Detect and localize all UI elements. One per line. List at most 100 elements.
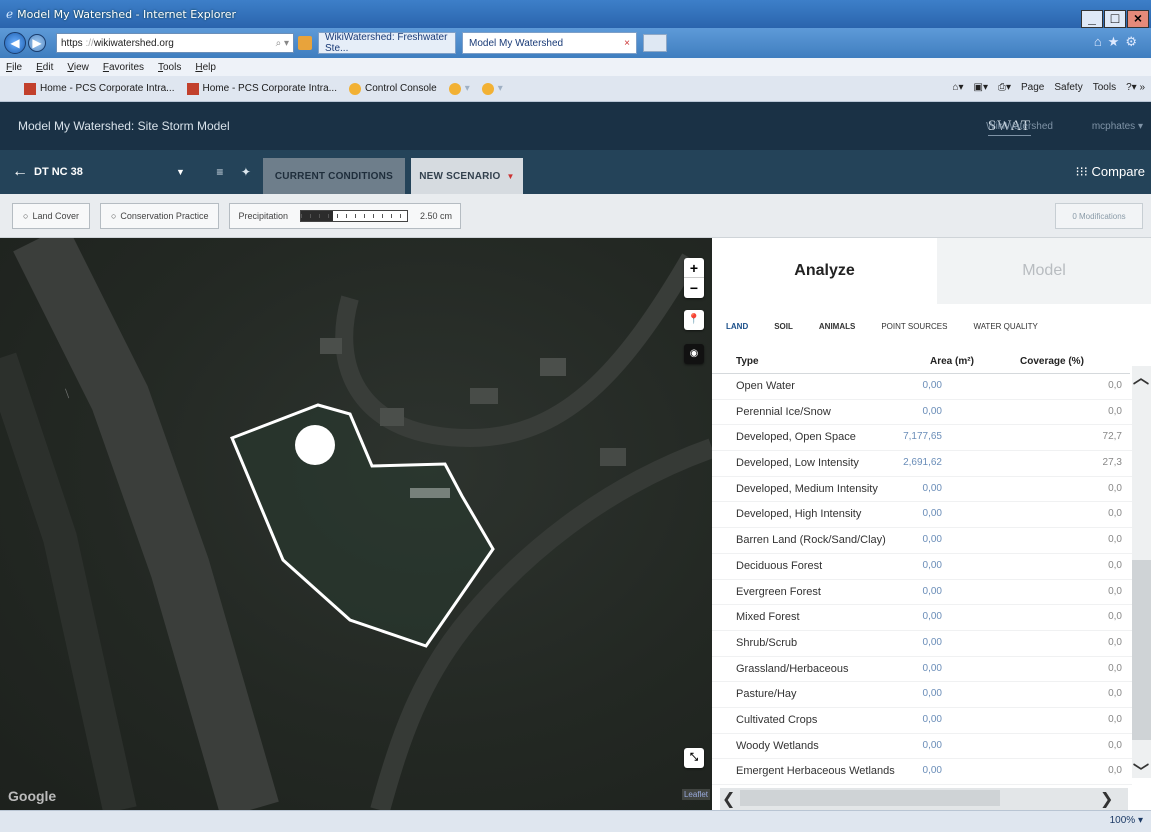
cell-area: 0,00	[922, 713, 942, 725]
menu-favorites[interactable]: Favorites	[103, 62, 144, 73]
command-safety[interactable]: Safety	[1054, 82, 1082, 93]
add-scenario-icon[interactable]: ✦	[233, 165, 259, 179]
tab-current-conditions[interactable]: CURRENT CONDITIONS	[262, 158, 405, 194]
modifications-button[interactable]: 0 Modifications	[1055, 203, 1143, 229]
zoom-out-button[interactable]: −	[684, 278, 704, 298]
precipitation-slider[interactable]	[299, 209, 408, 222]
favorite-home-1[interactable]: Home - PCS Corporate Intra...	[24, 82, 175, 95]
table-row: Developed, Low Intensity 2,691,62 27,3	[712, 451, 1132, 477]
location-marker-button[interactable]: 📍	[684, 310, 704, 330]
map-pin-icon: 📍	[687, 314, 701, 325]
scrollbar-thumb[interactable]	[1132, 560, 1151, 740]
favorite-control-console[interactable]: Control Console	[349, 82, 437, 95]
table-row: Grassland/Herbaceous 0,00 0,0	[712, 657, 1132, 683]
precipitation-label: Precipitation	[238, 210, 288, 221]
new-tab-button[interactable]	[643, 34, 667, 52]
leaflet-attribution[interactable]: Leaflet	[681, 789, 710, 800]
cell-type: Emergent Herbaceous Wetlands	[736, 765, 895, 778]
vertical-scrollbar[interactable]	[1132, 366, 1151, 778]
site-link[interactable]: WikiWatershed	[986, 121, 1053, 132]
table-row: Evergreen Forest 0,00 0,0	[712, 580, 1132, 606]
chevron-down-icon[interactable]: ▼	[507, 172, 515, 181]
point-marker[interactable]	[295, 425, 335, 465]
circle-icon: ○	[23, 210, 29, 221]
menu-view[interactable]: View	[67, 62, 89, 73]
favorite-suggested-sites[interactable]: ▾	[448, 82, 470, 95]
minimize-button[interactable]: _	[1081, 10, 1103, 28]
cell-coverage: 0,0	[1108, 739, 1122, 751]
tab-new-scenario[interactable]: NEW SCENARIO ▼	[410, 158, 523, 194]
forward-nav-button[interactable]: ▶	[28, 34, 46, 52]
scroll-left-icon[interactable]: ❮	[722, 789, 735, 809]
subtab-land[interactable]: LAND	[726, 322, 748, 331]
browser-tab-mmw[interactable]: Model My Watershed ×	[462, 32, 637, 54]
map-view[interactable]: — + − 📍 ◉ ⤡ Google Leaflet	[0, 238, 712, 810]
tab-label: CURRENT CONDITIONS	[274, 170, 393, 182]
land-cover-button[interactable]: ○ Land Cover	[12, 202, 90, 229]
close-tab-icon[interactable]: ×	[624, 38, 630, 49]
table-row: Developed, Medium Intensity 0,00 0,0	[712, 477, 1132, 503]
fullscreen-button[interactable]: ⤡	[684, 748, 704, 768]
table-row: Pasture/Hay 0,00 0,0	[712, 682, 1132, 708]
menu-tools[interactable]: Tools	[158, 62, 181, 73]
url-input[interactable]: https :// wikiwatershed.org ⌕ ▾	[56, 33, 294, 53]
expand-icon: ⤡	[690, 752, 698, 763]
subtab-point-sources[interactable]: POINT SOURCES	[881, 322, 947, 331]
compare-button[interactable]: ⁝⁝⁝ Compare	[1076, 164, 1145, 180]
subtab-soil[interactable]: SOIL	[774, 322, 793, 331]
scroll-down-icon[interactable]: ﹀	[1133, 758, 1149, 782]
command-page[interactable]: Page	[1021, 82, 1044, 93]
subtab-water-quality[interactable]: WATER QUALITY	[973, 322, 1037, 331]
menu-help[interactable]: Help	[195, 62, 216, 73]
status-bar: 100% ▾	[0, 810, 1151, 832]
user-name: mcphates	[1091, 121, 1136, 132]
column-header-coverage[interactable]: Coverage (%)	[1020, 356, 1084, 367]
help-icon[interactable]: ?▾ »	[1126, 82, 1145, 93]
browser-tools-icons[interactable]: ⌂★⚙	[1094, 34, 1143, 50]
command-tools[interactable]: Tools	[1093, 82, 1116, 93]
menu-icon[interactable]: ≡	[207, 165, 233, 179]
url-host: wikiwatershed.org	[93, 37, 174, 49]
locate-button[interactable]: ◉	[684, 344, 704, 364]
zoom-level[interactable]: 100% ▾	[1110, 815, 1143, 826]
column-header-type[interactable]: Type	[736, 356, 759, 367]
scroll-right-icon[interactable]: ❯	[1100, 789, 1113, 809]
cell-area: 0,00	[922, 688, 942, 700]
scroll-up-icon[interactable]: ︿	[1133, 364, 1149, 388]
favorite-web-slice[interactable]: ▾	[481, 82, 503, 95]
conservation-practice-button[interactable]: ○ Conservation Practice	[99, 202, 220, 229]
address-row: ◀ ▶ https :// wikiwatershed.org ⌕ ▾ Wiki…	[0, 28, 1151, 58]
scrollbar-thumb[interactable]	[740, 790, 1000, 806]
favorite-home-2[interactable]: Home - PCS Corporate Intra...	[186, 82, 337, 95]
menu-file[interactable]: File	[6, 62, 22, 73]
cell-area: 0,00	[922, 534, 942, 546]
print-icon[interactable]: ⎙▾	[998, 82, 1011, 93]
cell-coverage: 0,0	[1108, 559, 1122, 571]
browser-tab-wikiwatershed[interactable]: WikiWatershed: Freshwater Ste...	[318, 32, 456, 54]
close-window-button[interactable]: ×	[1127, 10, 1149, 28]
circle-icon: ○	[110, 210, 117, 221]
project-name[interactable]: DT NC 38	[34, 166, 176, 178]
tab-model[interactable]: Model	[937, 238, 1151, 304]
menu-edit[interactable]: Edit	[36, 62, 53, 73]
lock-icon[interactable]	[298, 36, 312, 50]
cell-type: Woody Wetlands	[736, 739, 819, 752]
back-nav-button[interactable]: ◀	[4, 32, 26, 54]
column-header-area[interactable]: Area (m²)	[930, 356, 974, 367]
cell-type: Evergreen Forest	[736, 585, 821, 598]
chevron-down-icon[interactable]: ▼	[176, 167, 185, 177]
maximize-button[interactable]: □	[1104, 10, 1126, 28]
browser-tab-label: Model My Watershed	[469, 37, 564, 49]
search-icon[interactable]: ⌕ ▾	[276, 38, 289, 49]
feeds-icon[interactable]: ▣▾	[974, 82, 988, 93]
user-menu[interactable]: mcphates ▾	[1092, 121, 1143, 132]
zoom-in-button[interactable]: +	[684, 258, 704, 278]
cell-type: Developed, Medium Intensity	[736, 482, 878, 495]
home-icon[interactable]: ⌂▾	[952, 82, 963, 93]
subtab-animals[interactable]: ANIMALS	[819, 322, 855, 331]
tab-analyze[interactable]: Analyze	[712, 238, 937, 304]
back-arrow-icon[interactable]: ←	[6, 163, 34, 181]
horizontal-scrollbar[interactable]	[720, 788, 1128, 810]
cell-coverage: 0,0	[1108, 585, 1122, 597]
cell-area: 0,00	[922, 508, 942, 520]
